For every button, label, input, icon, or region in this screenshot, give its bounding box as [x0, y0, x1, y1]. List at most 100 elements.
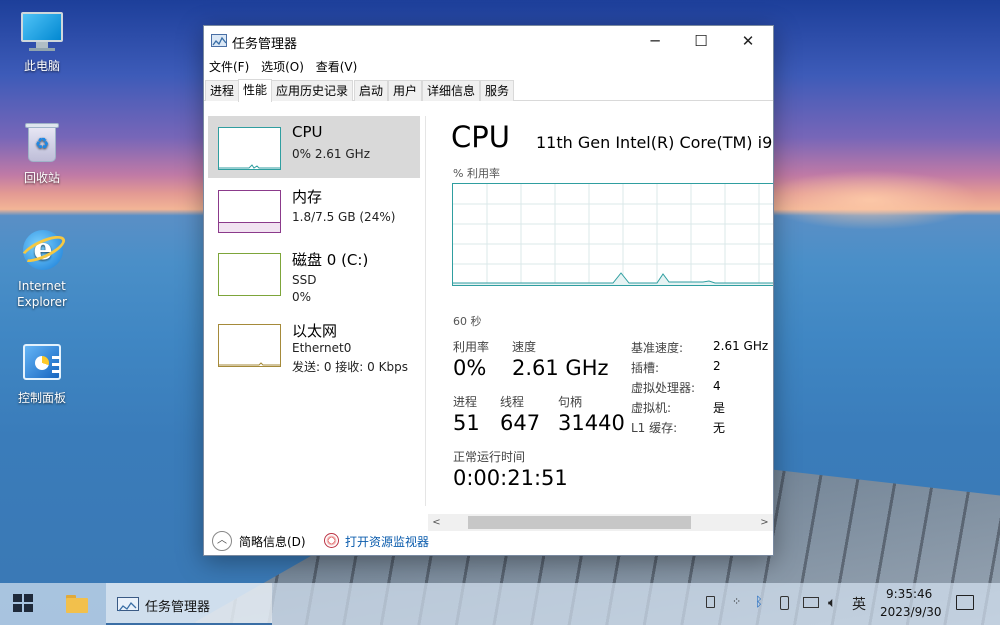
spec-key-l1-cache: L1 缓存:: [631, 421, 678, 435]
tab-processes[interactable]: 进程: [205, 80, 240, 101]
spec-key-virtual-machine: 虚拟机:: [631, 401, 672, 415]
tab-details[interactable]: 详细信息: [422, 80, 481, 101]
input-method-indicator[interactable]: 英: [852, 594, 866, 614]
tab-performance[interactable]: 性能: [238, 79, 273, 102]
resource-name: 以太网: [292, 322, 338, 340]
resource-detail: Ethernet0: [292, 341, 352, 355]
tab-users[interactable]: 用户: [388, 80, 423, 101]
scroll-left-arrow-icon[interactable]: <: [428, 514, 445, 531]
tab-services[interactable]: 服务: [480, 80, 515, 101]
spec-key-base-speed: 基准速度:: [631, 341, 684, 355]
graph-label: % 利用率: [453, 167, 500, 180]
desktop-icon-label-line2: Explorer: [17, 295, 67, 309]
uptime-label: 正常运行时间: [453, 450, 526, 464]
menu-bar: 文件(F) 选项(O) 查看(V): [204, 56, 773, 78]
desktop-icon-label: 回收站: [23, 171, 60, 185]
uptime-value: 0:00:21:51: [453, 466, 568, 490]
spec-value-virtual-processors: 4: [713, 379, 721, 393]
memory-thumbnail-graph: [218, 190, 281, 233]
spec-key-sockets: 插槽:: [631, 361, 660, 375]
ethernet-thumbnail-graph: [218, 324, 281, 367]
volume-icon[interactable]: 🔈︎: [828, 595, 836, 611]
menu-options[interactable]: 选项(O): [257, 56, 308, 78]
desktop-icon-label: 此电脑: [23, 59, 60, 73]
processes-value: 51: [453, 411, 480, 435]
cpu-thumbnail-graph: [218, 127, 281, 170]
tab-app-history[interactable]: 应用历史记录: [271, 80, 354, 101]
desktop-icon-internet-explorer[interactable]: e Internet Explorer: [4, 228, 80, 310]
resource-item-disk[interactable]: 磁盘 0 (C:) SSD 0%: [208, 242, 420, 304]
resource-detail: SSD: [292, 273, 317, 287]
tab-startup[interactable]: 启动: [354, 80, 389, 101]
spec-value-virtual-machine: 是: [713, 401, 726, 415]
cpu-utilization-graph: [452, 183, 773, 286]
spec-value-sockets: 2: [713, 359, 721, 373]
maximize-button[interactable]: ☐: [678, 26, 724, 56]
fewer-details-link[interactable]: 简略信息(D): [239, 533, 306, 550]
minimize-button[interactable]: ─: [632, 26, 678, 56]
this-pc-icon: [19, 8, 65, 54]
desktop-icon-control-panel[interactable]: 控制面板: [4, 340, 80, 406]
resource-detail: 0% 2.61 GHz: [292, 147, 371, 161]
disk-thumbnail-graph: [218, 253, 281, 296]
tray-show-desktop-icon[interactable]: [706, 596, 715, 608]
title-bar[interactable]: 任务管理器 ─ ☐ ✕: [204, 26, 773, 56]
desktop-icon-this-pc[interactable]: 此电脑: [4, 8, 80, 74]
cpu-model-name: 11th Gen Intel(R) Core(TM) i9-1: [536, 133, 773, 152]
internet-explorer-icon: e: [17, 228, 69, 274]
task-manager-icon: [211, 34, 227, 47]
resource-name: CPU: [292, 123, 323, 141]
menu-view[interactable]: 查看(V): [312, 56, 362, 78]
desktop-icon-label-line1: Internet: [18, 279, 66, 293]
spec-value-base-speed: 2.61 GHz: [713, 339, 769, 353]
control-panel-icon: [19, 340, 65, 386]
panel-title: CPU: [451, 120, 510, 154]
collapse-chevron-up-icon[interactable]: ︿: [212, 531, 232, 551]
notification-center-icon[interactable]: [956, 595, 974, 610]
windows-logo-icon: [13, 594, 22, 602]
usb-device-icon[interactable]: [780, 596, 789, 610]
taskbar-app-task-manager[interactable]: 任务管理器: [106, 583, 272, 625]
desktop-icon-recycle-bin[interactable]: ♻ 回收站: [4, 120, 80, 186]
task-manager-window: 任务管理器 ─ ☐ ✕ 文件(F) 选项(O) 查看(V) 进程 性能 应用历史…: [203, 25, 774, 556]
spec-value-l1-cache: 无: [713, 421, 726, 435]
resource-item-ethernet[interactable]: 以太网 Ethernet0 发送: 0 接收: 0 Kbps: [208, 313, 420, 375]
threads-value: 647: [500, 411, 541, 435]
recycle-bin-icon: ♻: [19, 120, 65, 166]
clock-date[interactable]: 2023/9/30: [880, 605, 942, 619]
resource-detail-2: 0%: [292, 290, 312, 304]
bottom-bar: ︿ 简略信息(D) 打开资源监视器: [204, 531, 773, 555]
threads-label: 线程: [500, 395, 525, 409]
horizontal-scrollbar[interactable]: < >: [428, 514, 773, 531]
open-resource-monitor-link[interactable]: 打开资源监视器: [345, 533, 429, 550]
file-explorer-button[interactable]: [63, 592, 91, 616]
pane-divider[interactable]: [425, 116, 426, 506]
bluetooth-icon[interactable]: ᛒ: [755, 595, 763, 610]
utilization-label: 利用率: [453, 340, 490, 354]
taskbar: 任务管理器 ⁘ ᛒ 🔈︎ 英 9:35:46 2023/9/30: [0, 583, 1000, 625]
resource-monitor-icon[interactable]: [324, 533, 339, 548]
resource-detail-2: 发送: 0 接收: 0 Kbps: [292, 360, 408, 374]
speed-label: 速度: [512, 340, 537, 354]
processes-label: 进程: [453, 395, 478, 409]
desktop-icon-label: 控制面板: [17, 391, 66, 405]
scroll-right-arrow-icon[interactable]: >: [756, 514, 773, 531]
tab-strip: 进程 性能 应用历史记录 启动 用户 详细信息 服务: [204, 79, 773, 102]
resource-detail: 1.8/7.5 GB (24%): [292, 210, 396, 224]
utilization-value: 0%: [453, 356, 487, 380]
tray-network-app-icon[interactable]: ⁘: [732, 595, 741, 608]
resource-name: 内存: [292, 188, 323, 206]
taskbar-app-label: 任务管理器: [145, 600, 211, 615]
scrollbar-thumb[interactable]: [468, 516, 691, 529]
clock-time[interactable]: 9:35:46: [886, 587, 932, 601]
close-button[interactable]: ✕: [725, 26, 771, 56]
sunset-glow: [760, 170, 980, 230]
spec-key-virtual-processors: 虚拟处理器:: [631, 381, 696, 395]
network-icon[interactable]: [803, 597, 819, 608]
resource-item-memory[interactable]: 内存 1.8/7.5 GB (24%): [208, 179, 420, 241]
cpu-detail-pane: CPU 11th Gen Intel(R) Core(TM) i9-1 % 利用…: [430, 102, 773, 514]
start-button[interactable]: [13, 594, 35, 614]
menu-file[interactable]: 文件(F): [205, 56, 253, 78]
resource-item-cpu[interactable]: CPU 0% 2.61 GHz: [208, 116, 420, 178]
handles-label: 句柄: [558, 395, 583, 409]
